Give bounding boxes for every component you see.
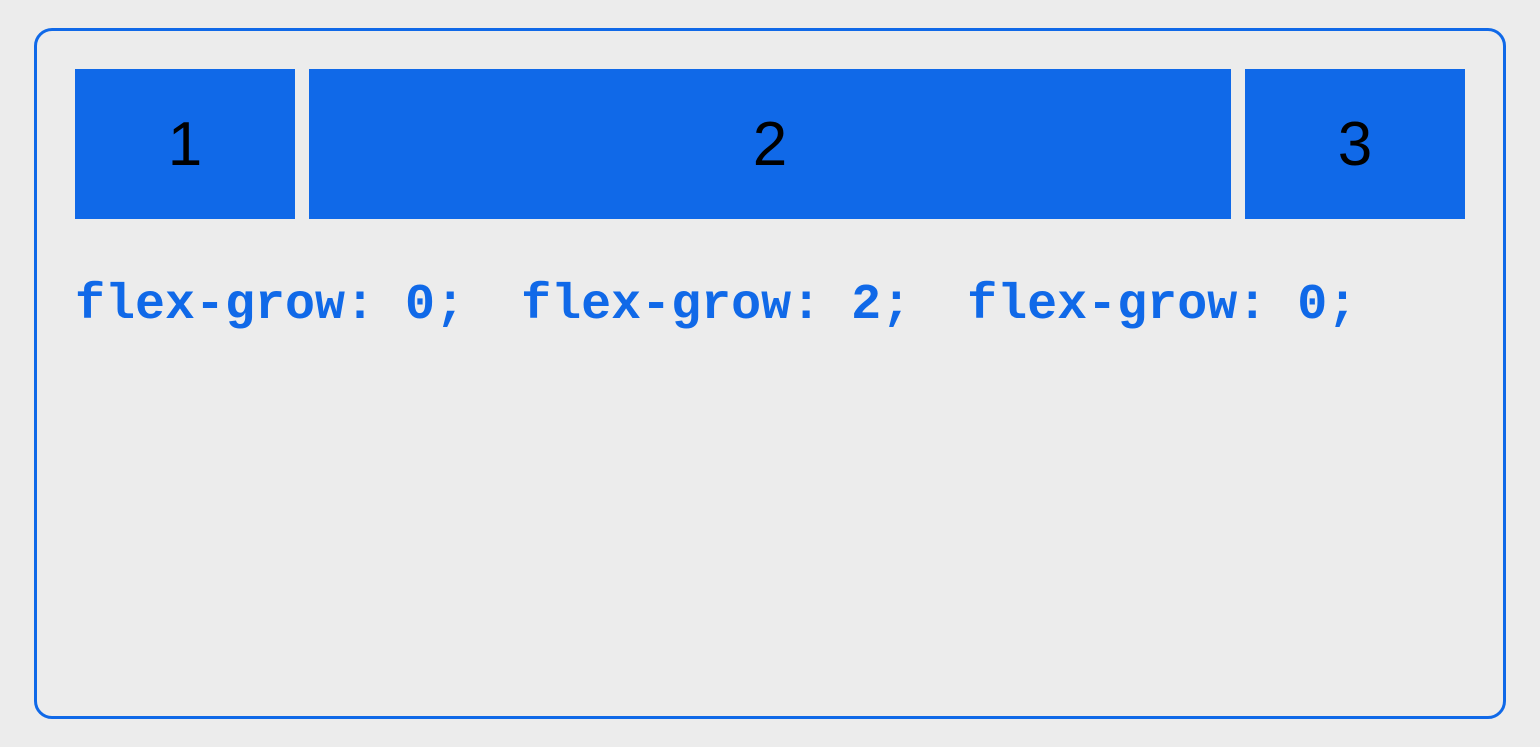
flex-item-3-label: 3 [1338,109,1372,180]
code-label-3: flex-grow: 0; [967,277,1357,334]
flex-item-1: 1 [75,69,295,219]
flex-item-2-label: 2 [753,109,787,180]
flex-item-1-label: 1 [168,109,202,180]
code-label-2: flex-grow: 2; [521,277,911,334]
code-label-1: flex-grow: 0; [75,277,465,334]
flex-item-3: 3 [1245,69,1465,219]
flex-row: 1 2 3 [75,69,1465,219]
flex-item-2: 2 [309,69,1231,219]
code-labels-row: flex-grow: 0; flex-grow: 2; flex-grow: 0… [75,277,1465,334]
flex-container-outline: 1 2 3 flex-grow: 0; flex-grow: 2; flex-g… [34,28,1506,719]
